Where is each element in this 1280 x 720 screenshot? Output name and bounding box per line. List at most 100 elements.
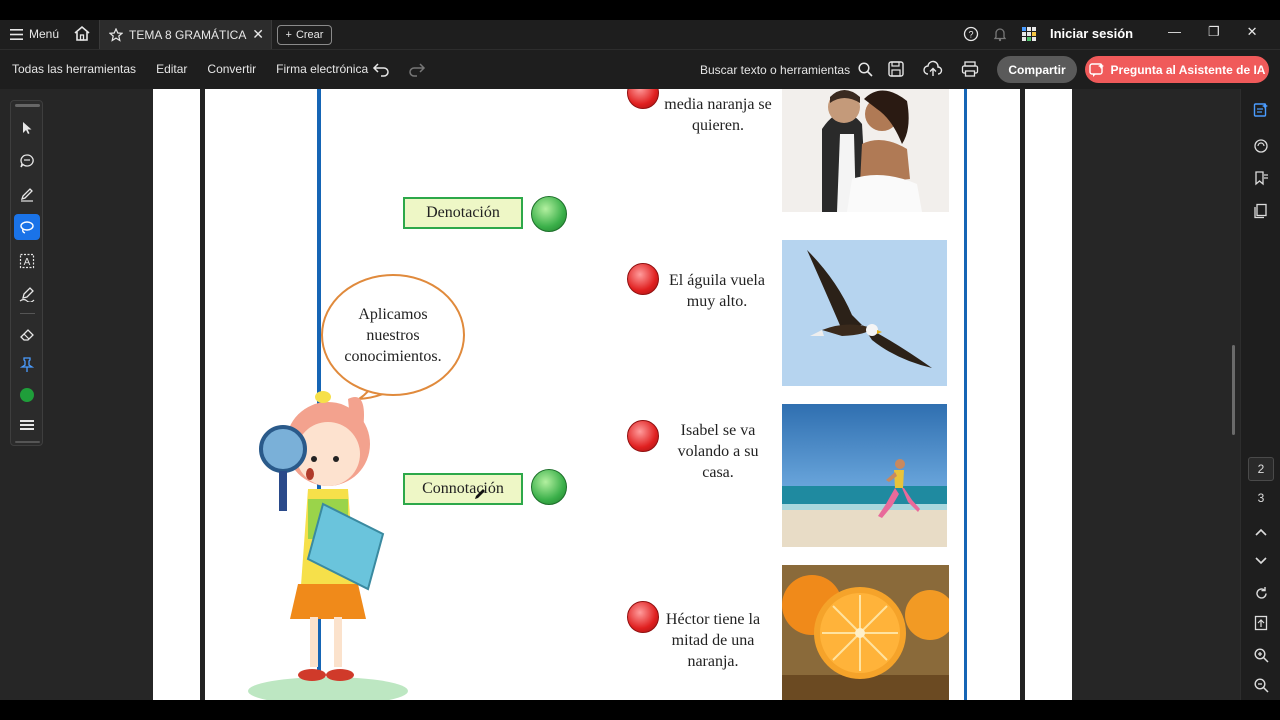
undo-icon[interactable]	[372, 61, 390, 77]
search-icon	[858, 62, 873, 77]
window-controls: — ❐ ✕	[1168, 24, 1258, 40]
oranges-photo	[782, 565, 949, 700]
home-button[interactable]	[73, 25, 93, 43]
toolbar-edit[interactable]: Editar	[156, 62, 187, 76]
bell-icon[interactable]	[992, 26, 1008, 42]
close-tab-icon[interactable]: ✕	[252, 26, 264, 43]
left-tool-rail: A	[10, 100, 43, 446]
connotation-dot[interactable]	[531, 469, 567, 505]
sentence-2: El águila vuela muy alto.	[669, 272, 765, 310]
zoom-in-icon[interactable]	[1252, 646, 1270, 664]
search-label: Buscar texto o herramientas	[700, 62, 851, 77]
eraser-tool[interactable]	[14, 321, 40, 347]
search-tools[interactable]: Buscar texto o herramientas	[700, 62, 873, 77]
draw-tool[interactable]	[14, 281, 40, 307]
menu-button[interactable]: Menú	[10, 27, 59, 41]
sentence-dot-4[interactable]	[627, 601, 659, 633]
vertical-scrollbar[interactable]	[1232, 345, 1235, 435]
eraser-icon	[20, 329, 34, 341]
toolbar-all-tools[interactable]: Todas las herramientas	[12, 62, 136, 76]
comment-tool[interactable]	[14, 148, 40, 174]
ai-assistant-label: Pregunta al Asistente de IA	[1110, 62, 1266, 77]
toolbar-icons	[887, 60, 979, 78]
redo-icon[interactable]	[408, 61, 426, 77]
svg-text:A: A	[24, 257, 31, 268]
pin-icon	[20, 357, 34, 372]
save-icon[interactable]	[887, 60, 905, 78]
minimize-icon[interactable]: —	[1168, 24, 1181, 40]
star-icon[interactable]	[109, 27, 123, 42]
ai-summary-icon[interactable]	[1252, 101, 1270, 119]
zoom-out-icon[interactable]	[1252, 676, 1270, 694]
connotation-box[interactable]: Connotación	[403, 473, 523, 505]
page-up-icon[interactable]	[1252, 523, 1270, 541]
title-bar-icons: ?	[963, 26, 1037, 42]
denotation-label: Denotación	[426, 204, 500, 221]
plus-icon: +	[285, 29, 292, 41]
denotation-dot[interactable]	[531, 196, 567, 232]
upload-cloud-icon[interactable]	[923, 60, 943, 78]
comments-panel-icon[interactable]	[1252, 137, 1270, 155]
rail-divider	[20, 313, 35, 314]
main-toolbar: Todas las herramientas Editar Convertir …	[0, 49, 1280, 89]
print-icon[interactable]	[961, 60, 979, 78]
text-box-icon: A	[19, 253, 35, 269]
hamburger-icon	[10, 28, 23, 40]
text-tool[interactable]: A	[14, 248, 40, 274]
ai-assistant-icon	[1088, 62, 1104, 77]
speech-bubble: Aplicamos nuestros conocimientos.	[321, 274, 465, 396]
comment-icon	[20, 154, 34, 168]
bubble-text: Aplicamos nuestros conocimientos.	[344, 305, 442, 365]
right-rail: 2 3	[1240, 89, 1280, 700]
select-tool[interactable]	[14, 115, 40, 141]
sentence-dot-3[interactable]	[627, 420, 659, 452]
lasso-icon	[20, 221, 34, 234]
undo-redo	[372, 61, 426, 77]
denotation-box[interactable]: Denotación	[403, 197, 523, 229]
create-label: Crear	[295, 29, 324, 41]
page-down-icon[interactable]	[1252, 552, 1270, 570]
more-tools[interactable]	[14, 412, 40, 438]
sentence-dot-2[interactable]	[627, 263, 659, 295]
create-button[interactable]: + Crear	[277, 25, 332, 45]
toolbar-menu: Todas las herramientas Editar Convertir …	[12, 62, 368, 76]
toolbar-esign[interactable]: Firma electrónica	[276, 62, 368, 76]
pencil-cursor-icon	[475, 489, 485, 499]
right-blue-line	[964, 89, 967, 700]
ai-assistant-button[interactable]: Pregunta al Asistente de IA	[1085, 56, 1269, 83]
home-icon	[74, 25, 90, 41]
pages-icon[interactable]	[1252, 202, 1270, 220]
rotate-icon[interactable]	[1252, 584, 1270, 602]
highlight-tool[interactable]	[14, 181, 40, 207]
signin-link[interactable]: Iniciar sesión	[1050, 26, 1133, 41]
title-bar: Menú TEMA 8 GRAMÁTICA ... ✕ + Crear ? In…	[0, 20, 1280, 49]
app-window: Menú TEMA 8 GRAMÁTICA ... ✕ + Crear ? In…	[0, 0, 1280, 720]
bottom-letterbox	[0, 700, 1280, 720]
couple-photo	[782, 89, 949, 212]
restore-icon[interactable]: ❐	[1208, 24, 1220, 40]
rail-handle[interactable]	[15, 104, 40, 107]
cursor-arrow-icon	[23, 122, 32, 134]
color-picker[interactable]	[14, 382, 40, 408]
close-window-icon[interactable]: ✕	[1247, 24, 1258, 40]
page-number-next[interactable]: 3	[1248, 486, 1274, 510]
bookmarks-icon[interactable]	[1252, 169, 1270, 187]
pen-icon	[20, 188, 33, 202]
signature-pen-icon	[19, 287, 35, 302]
toolbar-convert[interactable]: Convertir	[207, 62, 256, 76]
document-viewport[interactable]: Aplicamos nuestros conocimientos. Denota…	[0, 89, 1240, 700]
menu-label: Menú	[29, 27, 60, 41]
page-number-current[interactable]: 2	[1248, 457, 1274, 481]
share-button[interactable]: Compartir	[997, 56, 1077, 83]
sentence-1: media naranja se quieren.	[664, 96, 772, 134]
apps-grid-icon[interactable]	[1021, 26, 1037, 42]
help-icon[interactable]: ?	[963, 26, 979, 42]
connotation-label: Connotación	[422, 480, 504, 497]
page-fit-icon[interactable]	[1252, 614, 1270, 632]
rail-bottom-handle	[15, 441, 40, 443]
svg-text:?: ?	[968, 30, 973, 40]
pin-tool[interactable]	[14, 352, 40, 378]
lasso-tool[interactable]	[14, 214, 40, 240]
tab-document[interactable]: TEMA 8 GRAMÁTICA ... ✕	[99, 20, 272, 49]
menu-lines-icon	[20, 420, 34, 430]
